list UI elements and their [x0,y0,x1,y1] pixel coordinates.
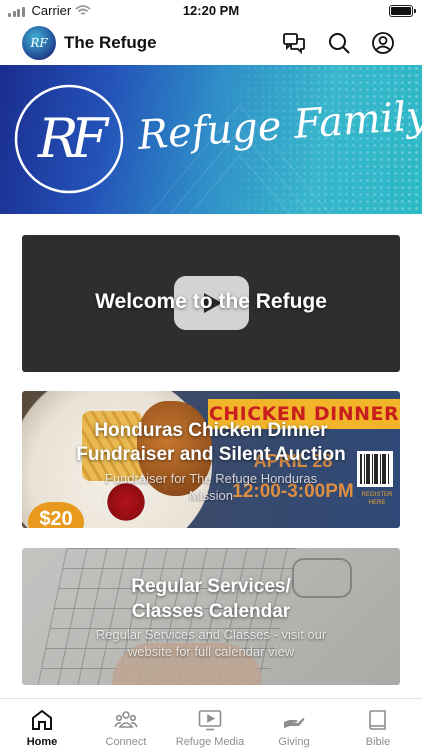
book-icon [366,709,390,731]
calendar-title-line-2: Classes Calendar [131,601,291,622]
tab-bible-label: Bible [365,736,391,748]
tab-bible[interactable]: Bible [336,699,420,750]
tab-connect[interactable]: Connect [84,699,168,750]
tab-home-label: Home [26,736,58,748]
battery-icon [389,5,416,17]
welcome-video-card[interactable]: Welcome to the Refuge [22,235,400,372]
services-calendar-card[interactable]: Regular Services/ Classes Calendar Regul… [22,548,400,685]
dinner-subtitle-line-2: Mission [188,488,234,503]
profile-icon[interactable] [371,31,395,55]
app-screen: Carrier 12:20 PM RF The Refuge RF Refuge… [0,0,422,750]
price-badge: $20 [28,502,84,528]
calendar-card-subtitle: Regular Services and Classes - visit our… [22,626,400,660]
calendar-subtitle-line-1: Regular Services and Classes - visit our [95,627,327,642]
dinner-card-subtitle: Fundraiser for The Refuge Honduras Missi… [22,470,400,504]
calendar-title-line-1: Regular Services/ [131,576,291,597]
tab-refuge-media[interactable]: Refuge Media [168,699,252,750]
bottom-tab-bar: Home Connect Refuge Media Giving Bible [0,698,422,750]
app-title: The Refuge [64,33,157,52]
tab-home[interactable]: Home [0,699,84,750]
dinner-title-line-2: Fundraiser and Silent Auction [76,444,346,465]
app-logo[interactable]: RF [22,26,56,60]
tab-giving[interactable]: Giving [252,699,336,750]
group-icon [114,709,138,731]
calendar-card-title: Regular Services/ Classes Calendar [22,574,400,624]
calendar-subtitle-line-2: website for full calendar view [127,644,295,659]
dinner-fundraiser-card[interactable]: $20 CHICKEN DINNER APRIL 28 12:00-3:00PM… [22,391,400,528]
welcome-card-title: Welcome to the Refuge [95,290,327,313]
dinner-title-line-1: Honduras Chicken Dinner [94,420,328,441]
dinner-card-title: Honduras Chicken Dinner Fundraiser and S… [22,419,400,467]
status-bar: Carrier 12:20 PM [0,0,422,22]
home-icon [30,709,54,731]
dinner-subtitle-line-1: Fundraiser for The Refuge Honduras [104,471,318,486]
tab-giving-label: Giving [278,736,310,748]
app-header: RF The Refuge [0,22,422,65]
play-screen-icon [198,709,222,731]
tab-connect-label: Connect [105,736,147,748]
search-icon[interactable] [327,31,351,55]
giving-hand-icon [282,709,306,731]
app-logo-text: RF [30,36,48,50]
banner-monogram: RF [37,107,108,170]
tab-refuge-media-label: Refuge Media [175,736,245,748]
chat-icon[interactable] [282,31,306,55]
status-time: 12:20 PM [182,3,240,18]
hero-banner[interactable]: RF Refuge Family [0,65,422,214]
